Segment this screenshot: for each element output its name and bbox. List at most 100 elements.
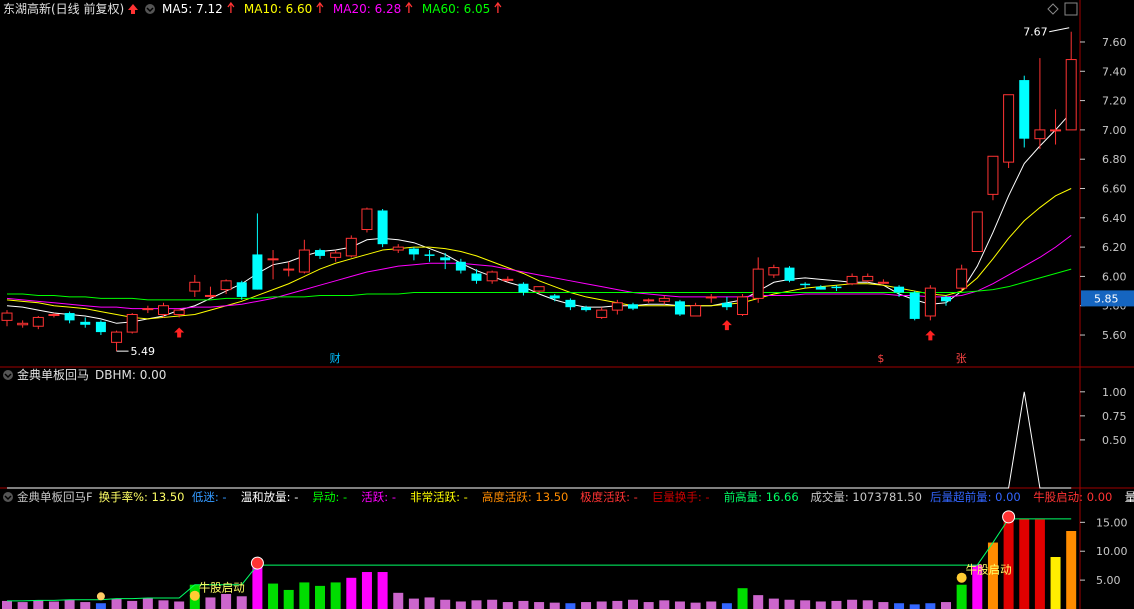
candle-body[interactable]	[815, 286, 826, 290]
candle-body[interactable]	[158, 305, 169, 316]
turnover-bar[interactable]	[674, 601, 685, 609]
candle-body[interactable]	[565, 299, 576, 308]
candle-body[interactable]	[252, 254, 263, 290]
turnover-bar[interactable]	[690, 602, 701, 609]
candle-body[interactable]	[424, 254, 435, 256]
collapse-icon[interactable]	[3, 370, 13, 380]
turnover-bar[interactable]	[440, 599, 451, 609]
turnover-bar[interactable]	[361, 572, 372, 609]
candle-body[interactable]	[440, 257, 451, 261]
turnover-bar[interactable]	[643, 602, 654, 609]
turnover-bar[interactable]	[815, 601, 826, 609]
turnover-bar[interactable]	[878, 602, 889, 609]
turnover-bar[interactable]	[2, 600, 12, 609]
candle-body[interactable]	[1065, 59, 1077, 131]
turnover-bar[interactable]	[941, 602, 951, 609]
candle-body[interactable]	[643, 299, 655, 302]
candle-body[interactable]	[737, 296, 749, 316]
candle-body[interactable]	[831, 286, 842, 289]
candle-body[interactable]	[581, 307, 592, 311]
candle-body[interactable]	[846, 275, 858, 285]
turnover-bar[interactable]	[48, 601, 59, 609]
turnover-bar[interactable]	[268, 583, 279, 609]
turnover-bar[interactable]	[471, 600, 482, 609]
turnover-bar[interactable]	[894, 603, 905, 609]
turnover-bar[interactable]	[127, 600, 138, 609]
candle-body[interactable]	[1034, 129, 1046, 140]
turnover-bar[interactable]	[581, 602, 592, 609]
candle-body[interactable]	[877, 281, 889, 284]
candle-body[interactable]	[283, 268, 295, 271]
turnover-bar[interactable]	[346, 577, 357, 609]
turnover-bar[interactable]	[518, 600, 529, 609]
candle-body[interactable]	[80, 321, 91, 325]
event-marker[interactable]: 张	[956, 352, 967, 365]
turnover-bar[interactable]	[142, 598, 153, 609]
candle-body[interactable]	[64, 313, 75, 321]
turnover-bar[interactable]	[721, 603, 732, 609]
turnover-bar[interactable]	[236, 596, 247, 609]
turnover-bar[interactable]	[205, 597, 216, 609]
candle-body[interactable]	[345, 237, 357, 257]
candle-body[interactable]	[1050, 129, 1062, 132]
turnover-bar[interactable]	[174, 601, 185, 609]
candle-body[interactable]	[330, 252, 342, 258]
turnover-bar[interactable]	[612, 600, 623, 609]
turnover-bar[interactable]	[17, 602, 28, 609]
turnover-bar[interactable]	[847, 599, 858, 609]
candle-body[interactable]	[298, 249, 310, 273]
candle-body[interactable]	[721, 302, 732, 308]
candle-body[interactable]	[658, 297, 670, 302]
candle-body[interactable]	[518, 283, 529, 293]
candle-body[interactable]	[111, 331, 123, 343]
turnover-bar[interactable]	[252, 565, 263, 609]
turnover-bar[interactable]	[408, 598, 419, 609]
candle-body[interactable]	[48, 314, 60, 317]
turnover-bar[interactable]	[1034, 519, 1045, 609]
candle-body[interactable]	[596, 309, 608, 318]
turnover-bar[interactable]	[80, 602, 91, 609]
candle-body[interactable]	[1019, 80, 1030, 139]
candle-body[interactable]	[204, 294, 216, 297]
turnover-bar[interactable]	[753, 595, 764, 609]
turnover-bar[interactable]	[659, 600, 670, 609]
candle-body[interactable]	[17, 322, 29, 326]
candle-body[interactable]	[941, 296, 951, 302]
candle-body[interactable]	[126, 314, 138, 333]
turnover-bar[interactable]	[800, 600, 811, 609]
candle-body[interactable]	[800, 283, 811, 286]
candle-body[interactable]	[392, 246, 404, 251]
turnover-bar[interactable]	[487, 599, 498, 609]
collapse-icon[interactable]	[3, 492, 13, 502]
candle-body[interactable]	[1003, 94, 1015, 163]
event-marker[interactable]: $	[877, 352, 884, 365]
candle-body[interactable]	[315, 250, 325, 256]
candle-body[interactable]	[408, 248, 419, 255]
candle-body[interactable]	[862, 275, 874, 282]
candle-body[interactable]	[956, 268, 968, 289]
turnover-bar[interactable]	[909, 604, 920, 609]
turnover-bar[interactable]	[956, 584, 967, 609]
candle-body[interactable]	[95, 321, 106, 333]
turnover-bar[interactable]	[1066, 531, 1077, 609]
candle-body[interactable]	[236, 282, 247, 297]
candle-body[interactable]	[361, 208, 373, 231]
turnover-bar[interactable]	[1050, 557, 1061, 609]
turnover-bar[interactable]	[502, 602, 513, 609]
turnover-bar[interactable]	[925, 603, 936, 609]
candle-body[interactable]	[189, 281, 201, 292]
turnover-bar[interactable]	[64, 599, 75, 609]
candle-body[interactable]	[32, 316, 44, 327]
turnover-bar[interactable]	[831, 600, 842, 609]
candle-body[interactable]	[486, 271, 498, 282]
candle-body[interactable]	[628, 304, 638, 309]
candle-body[interactable]	[971, 211, 983, 253]
candle-body[interactable]	[455, 261, 466, 271]
candle-body[interactable]	[1, 312, 13, 321]
candle-body[interactable]	[768, 267, 780, 276]
turnover-bar[interactable]	[862, 600, 873, 609]
turnover-bar[interactable]	[768, 598, 779, 609]
candle-body[interactable]	[690, 305, 702, 317]
candle-body[interactable]	[549, 295, 560, 299]
candle-body[interactable]	[784, 267, 795, 281]
